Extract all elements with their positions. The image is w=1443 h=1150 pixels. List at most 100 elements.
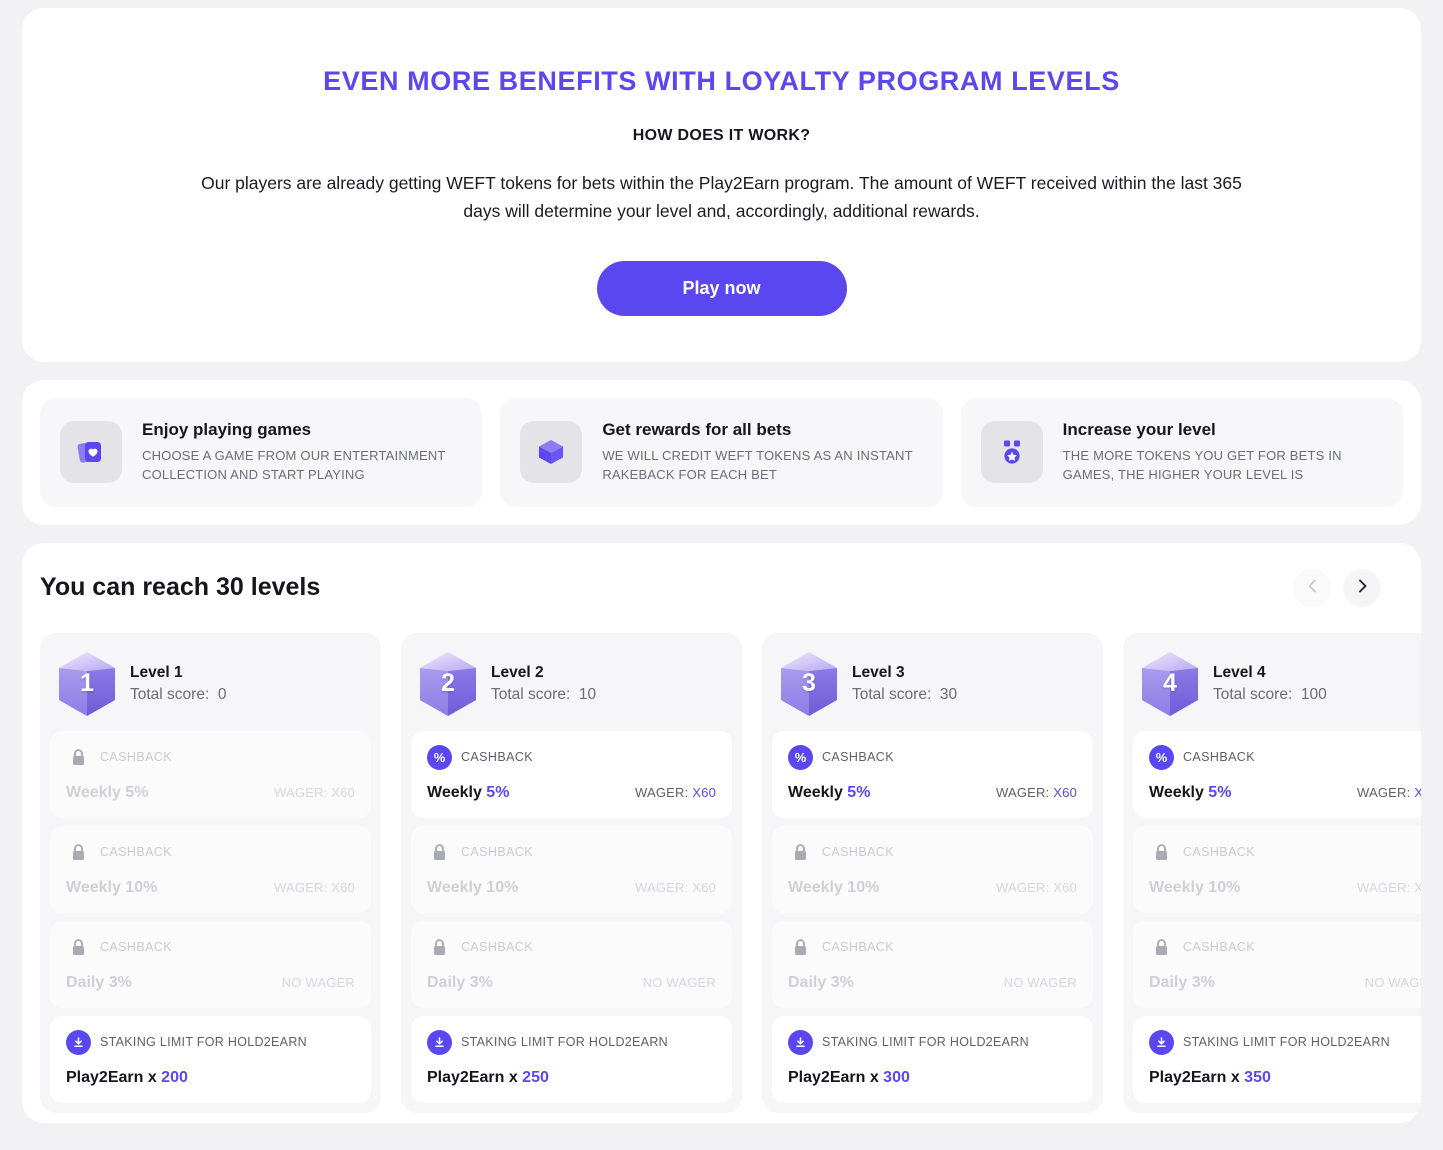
reward-row: % CASHBACK Weekly 5% WAGER: X60	[772, 730, 1093, 818]
reward-value: Daily 3%	[427, 973, 493, 991]
reward-wager: NO WAGER	[642, 974, 716, 990]
level-header: 4 Level 4 Total score: 100	[1133, 643, 1421, 731]
reward-kind: CASHBACK	[822, 845, 894, 860]
staking-value: Play2Earn x 350	[1149, 1068, 1271, 1086]
lock-icon	[1149, 840, 1174, 865]
reward-kind: CASHBACK	[1183, 750, 1255, 765]
reward-value: Weekly 10%	[66, 878, 158, 896]
carousel-next-button[interactable]	[1343, 568, 1381, 607]
staking-label: STAKING LIMIT FOR HOLD2EARN	[1183, 1035, 1390, 1050]
staking-limit-row: STAKING LIMIT FOR HOLD2EARN Play2Earn x …	[411, 1015, 732, 1103]
reward-wager: NO WAGER	[1364, 974, 1421, 990]
staking-limit-row: STAKING LIMIT FOR HOLD2EARN Play2Earn x …	[50, 1015, 371, 1103]
level-header: 1 Level 1 Total score: 0	[50, 643, 371, 731]
reward-value: Weekly 5%	[1149, 783, 1232, 801]
level-number: 3	[802, 669, 816, 698]
cube-box-icon	[520, 421, 583, 484]
reward-wager: WAGER: X60	[1357, 879, 1421, 895]
loyalty-program-page: EVEN MORE BENEFITS WITH LOYALTY PROGRAM …	[0, 8, 1443, 1150]
lock-icon	[788, 935, 813, 960]
feature-card-enjoy-playing-games: Enjoy playing games CHOOSE A GAME FROM O…	[40, 398, 483, 507]
lock-icon	[427, 935, 452, 960]
lock-icon	[66, 840, 91, 865]
play-now-button[interactable]: Play now	[596, 261, 847, 316]
reward-value: Weekly 10%	[788, 878, 880, 896]
level-score: Total score: 30	[852, 685, 958, 703]
level-card[interactable]: 2 Level 2 Total score: 10 % CASHBACK Wee…	[401, 632, 742, 1113]
level-header: 2 Level 2 Total score: 10	[411, 643, 732, 731]
level-name: Level 2	[491, 663, 544, 681]
levels-header: You can reach 30 levels	[40, 568, 1421, 607]
reward-kind: CASHBACK	[822, 940, 894, 955]
reward-row: CASHBACK Weekly 10% WAGER: X60	[772, 825, 1093, 913]
level-hexagon-badge-icon: 3	[778, 651, 840, 717]
chevron-left-icon	[1306, 578, 1319, 597]
lock-icon	[66, 935, 91, 960]
reward-value: Weekly 5%	[788, 783, 871, 801]
level-number: 1	[80, 669, 94, 698]
staking-label: STAKING LIMIT FOR HOLD2EARN	[822, 1035, 1029, 1050]
features-panel: Enjoy playing games CHOOSE A GAME FROM O…	[22, 380, 1421, 525]
levels-carousel-track[interactable]: 1 Level 1 Total score: 0 CASHBACK Weekly…	[40, 632, 1421, 1113]
percent-icon: %	[788, 744, 813, 770]
level-name: Level 1	[130, 663, 183, 681]
staking-label: STAKING LIMIT FOR HOLD2EARN	[461, 1035, 668, 1050]
reward-kind: CASHBACK	[100, 940, 172, 955]
download-arrow-icon	[1149, 1029, 1174, 1055]
feature-title: Increase your level	[1062, 420, 1216, 439]
lock-icon	[427, 840, 452, 865]
feature-description: THE MORE TOKENS YOU GET FOR BETS IN GAME…	[1062, 448, 1342, 482]
download-arrow-icon	[66, 1029, 91, 1055]
hero-description: Our players are already getting WEFT tok…	[201, 173, 1242, 221]
reward-wager: WAGER: X60	[274, 879, 355, 895]
hero-subtitle: HOW DOES IT WORK?	[632, 127, 811, 144]
carousel-prev-button[interactable]	[1293, 568, 1331, 607]
level-score: Total score: 10	[491, 685, 597, 703]
download-arrow-icon	[427, 1029, 452, 1055]
reward-row: CASHBACK Weekly 5% WAGER: X60	[50, 730, 371, 818]
staking-limit-row: STAKING LIMIT FOR HOLD2EARN Play2Earn x …	[772, 1015, 1093, 1103]
reward-row: CASHBACK Weekly 10% WAGER: X60	[50, 825, 371, 913]
level-name: Level 4	[1213, 663, 1266, 681]
level-card[interactable]: 3 Level 3 Total score: 30 % CASHBACK Wee…	[762, 632, 1103, 1113]
carousel-navigation	[1293, 568, 1381, 607]
level-name: Level 3	[852, 663, 905, 681]
reward-value: Weekly 10%	[427, 878, 519, 896]
reward-value: Weekly 5%	[66, 783, 149, 801]
reward-row: CASHBACK Daily 3% NO WAGER	[411, 920, 732, 1008]
level-hexagon-badge-icon: 1	[56, 651, 118, 717]
reward-wager: NO WAGER	[1003, 974, 1077, 990]
lock-icon	[788, 840, 813, 865]
reward-wager: WAGER: X60	[1357, 784, 1421, 800]
reward-wager: WAGER: X60	[635, 879, 716, 895]
staking-value: Play2Earn x 200	[66, 1068, 188, 1086]
reward-row: CASHBACK Weekly 10% WAGER: X60	[411, 825, 732, 913]
percent-icon: %	[427, 744, 452, 770]
level-number: 4	[1163, 669, 1177, 698]
reward-value: Weekly 10%	[1149, 878, 1241, 896]
lock-icon	[66, 745, 91, 770]
level-score: Total score: 0	[130, 685, 227, 703]
reward-kind: CASHBACK	[1183, 845, 1255, 860]
level-score: Total score: 100	[1213, 685, 1327, 703]
reward-value: Daily 3%	[66, 973, 132, 991]
reward-kind: CASHBACK	[100, 845, 172, 860]
level-card[interactable]: 4 Level 4 Total score: 100 % CASHBACK We…	[1123, 632, 1421, 1113]
reward-kind: CASHBACK	[100, 750, 172, 765]
hero-panel: EVEN MORE BENEFITS WITH LOYALTY PROGRAM …	[22, 8, 1421, 362]
staking-value: Play2Earn x 250	[427, 1068, 549, 1086]
reward-wager: WAGER: X60	[996, 784, 1077, 800]
reward-value: Daily 3%	[1149, 973, 1215, 991]
reward-kind: CASHBACK	[1183, 940, 1255, 955]
staking-label: STAKING LIMIT FOR HOLD2EARN	[100, 1035, 307, 1050]
level-card[interactable]: 1 Level 1 Total score: 0 CASHBACK Weekly…	[40, 632, 381, 1113]
page-title: EVEN MORE BENEFITS WITH LOYALTY PROGRAM …	[323, 66, 1120, 96]
reward-row: CASHBACK Daily 3% NO WAGER	[50, 920, 371, 1008]
download-arrow-icon	[788, 1029, 813, 1055]
level-number: 2	[441, 669, 455, 698]
reward-kind: CASHBACK	[822, 750, 894, 765]
reward-wager: WAGER: X60	[635, 784, 716, 800]
playing-cards-heart-icon	[60, 421, 122, 484]
level-hexagon-badge-icon: 4	[1139, 651, 1201, 717]
feature-description: CHOOSE A GAME FROM OUR ENTERTAINMENT COL…	[142, 448, 446, 482]
